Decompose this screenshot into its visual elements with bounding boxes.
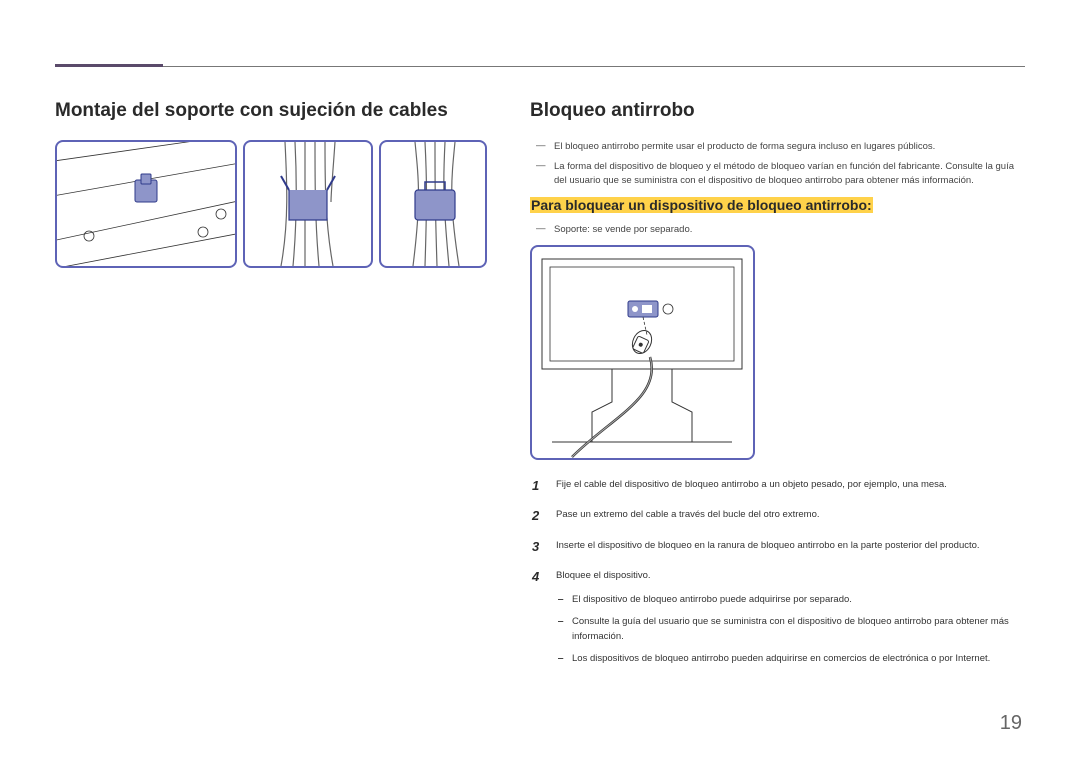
left-column: Montaje del soporte con sujeción de cabl… — [55, 100, 530, 682]
bullet-3: Los dispositivos de bloqueo antirrobo pu… — [556, 652, 1025, 666]
illustration-2 — [243, 140, 373, 268]
lock-svg — [532, 247, 753, 458]
left-section-title: Montaje del soporte con sujeción de cabl… — [55, 100, 495, 122]
note-1: El bloqueo antirrobo permite usar el pro… — [530, 140, 1025, 154]
step-4-text: Bloquee el dispositivo. — [556, 570, 651, 581]
page-number: 19 — [1000, 712, 1022, 735]
support-note: Soporte: se vende por separado. — [530, 223, 1025, 237]
page-content: Montaje del soporte con sujeción de cabl… — [55, 100, 1025, 682]
bullet-2: Consulte la guía del usuario que se sumi… — [556, 615, 1025, 644]
step-4: Bloquee el dispositivo. El dispositivo d… — [530, 569, 1025, 666]
right-column: Bloqueo antirrobo El bloqueo antirrobo p… — [530, 100, 1025, 682]
sub-heading: Para bloquear un dispositivo de bloqueo … — [530, 197, 873, 213]
note-2: La forma del dispositivo de bloqueo y el… — [530, 160, 1025, 188]
step-1: Fije el cable del dispositivo de bloqueo… — [530, 478, 1025, 492]
lock-illustration — [530, 245, 1025, 460]
illustration-3 — [379, 140, 487, 268]
step-4-bullets: El dispositivo de bloqueo antirrobo pued… — [556, 593, 1025, 666]
right-section-title: Bloqueo antirrobo — [530, 100, 1025, 122]
cable-holder-illustrations — [55, 140, 495, 268]
illustration-1 — [55, 140, 237, 268]
sub-heading-wrap: Para bloquear un dispositivo de bloqueo … — [530, 197, 1025, 215]
steps-list: Fije el cable del dispositivo de bloqueo… — [530, 478, 1025, 666]
header-rule — [55, 66, 1025, 67]
step-2: Pase un extremo del cable a través del b… — [530, 508, 1025, 522]
step-3: Inserte el dispositivo de bloqueo en la … — [530, 539, 1025, 553]
illus3-svg — [381, 142, 485, 266]
illus1-svg — [57, 142, 235, 266]
illus2-svg — [245, 142, 371, 266]
header-accent — [55, 64, 163, 67]
bullet-1: El dispositivo de bloqueo antirrobo pued… — [556, 593, 1025, 607]
